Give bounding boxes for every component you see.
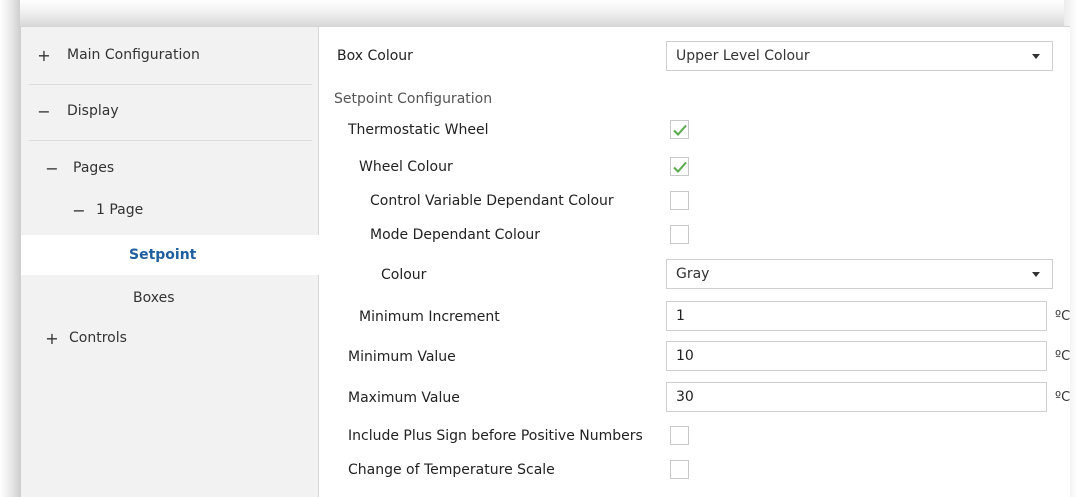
mode-colour-label: Mode Dependant Colour (370, 227, 541, 243)
sidebar-item-display[interactable]: − Display (21, 91, 319, 131)
maximum-value-value: 30 (676, 389, 694, 405)
minimum-value-input[interactable]: 10 (666, 341, 1047, 371)
sidebar-item-1-page[interactable]: − 1 Page (21, 190, 319, 230)
checkmark-icon (673, 161, 687, 173)
box-colour-value: Upper Level Colour (676, 48, 810, 64)
collapse-icon[interactable]: − (45, 159, 59, 178)
sidebar-item-main-configuration[interactable]: + Main Configuration (21, 35, 319, 75)
minimum-value-value: 10 (676, 348, 694, 364)
minimum-increment-unit: ºC (1055, 309, 1071, 324)
minimum-increment-value: 1 (676, 308, 685, 324)
expand-icon[interactable]: + (37, 46, 51, 65)
sidebar-item-label: Display (67, 103, 119, 119)
plus-sign-checkbox[interactable] (670, 426, 689, 445)
window-shadow-top (0, 0, 1078, 26)
plus-sign-label: Include Plus Sign before Positive Number… (348, 428, 643, 444)
chevron-down-icon (1032, 272, 1040, 277)
divider (29, 84, 312, 85)
maximum-value-input[interactable]: 30 (666, 382, 1047, 412)
sidebar: + Main Configuration − Display − Pages −… (21, 27, 324, 497)
sidebar-item-label: Boxes (133, 290, 175, 306)
thermostatic-wheel-checkbox[interactable] (670, 120, 689, 139)
sidebar-item-label: Controls (69, 330, 127, 346)
wheel-colour-label: Wheel Colour (359, 159, 453, 175)
thermostatic-wheel-label: Thermostatic Wheel (348, 122, 489, 138)
colour-dropdown[interactable]: Gray (666, 259, 1053, 289)
checkmark-icon (673, 124, 687, 136)
temperature-scale-checkbox[interactable] (670, 460, 689, 479)
divider (29, 140, 312, 141)
minimum-increment-label: Minimum Increment (359, 309, 500, 325)
minimum-increment-input[interactable]: 1 (666, 301, 1047, 331)
box-colour-label: Box Colour (337, 48, 413, 64)
maximum-value-label: Maximum Value (348, 390, 460, 406)
sidebar-item-setpoint[interactable]: Setpoint (21, 235, 324, 275)
sidebar-item-boxes[interactable]: Boxes (21, 278, 319, 318)
box-colour-dropdown[interactable]: Upper Level Colour (666, 41, 1053, 71)
control-variable-colour-label: Control Variable Dependant Colour (370, 193, 614, 209)
expand-icon[interactable]: + (45, 329, 59, 348)
sidebar-item-label: Pages (73, 160, 115, 176)
window-shadow-left (0, 0, 20, 497)
collapse-icon[interactable]: − (72, 201, 86, 220)
control-variable-colour-checkbox[interactable] (670, 191, 689, 210)
sidebar-item-label: 1 Page (96, 202, 144, 218)
colour-value: Gray (676, 266, 710, 282)
settings-window: + Main Configuration − Display − Pages −… (20, 26, 1070, 497)
sidebar-item-pages[interactable]: − Pages (21, 148, 319, 188)
sidebar-item-controls[interactable]: + Controls (21, 318, 319, 358)
minimum-value-unit: ºC (1055, 349, 1071, 364)
maximum-value-unit: ºC (1055, 390, 1071, 405)
mode-colour-checkbox[interactable] (670, 225, 689, 244)
sidebar-item-label: Main Configuration (67, 47, 200, 63)
colour-label: Colour (381, 267, 427, 283)
temperature-scale-label: Change of Temperature Scale (348, 462, 555, 478)
setpoint-settings-panel: Box Colour Upper Level Colour Setpoint C… (319, 27, 1071, 497)
setpoint-configuration-heading: Setpoint Configuration (334, 91, 493, 107)
collapse-icon[interactable]: − (37, 102, 51, 121)
wheel-colour-checkbox[interactable] (670, 157, 689, 176)
chevron-down-icon (1032, 54, 1040, 59)
sidebar-item-label: Setpoint (129, 247, 197, 263)
minimum-value-label: Minimum Value (348, 349, 456, 365)
